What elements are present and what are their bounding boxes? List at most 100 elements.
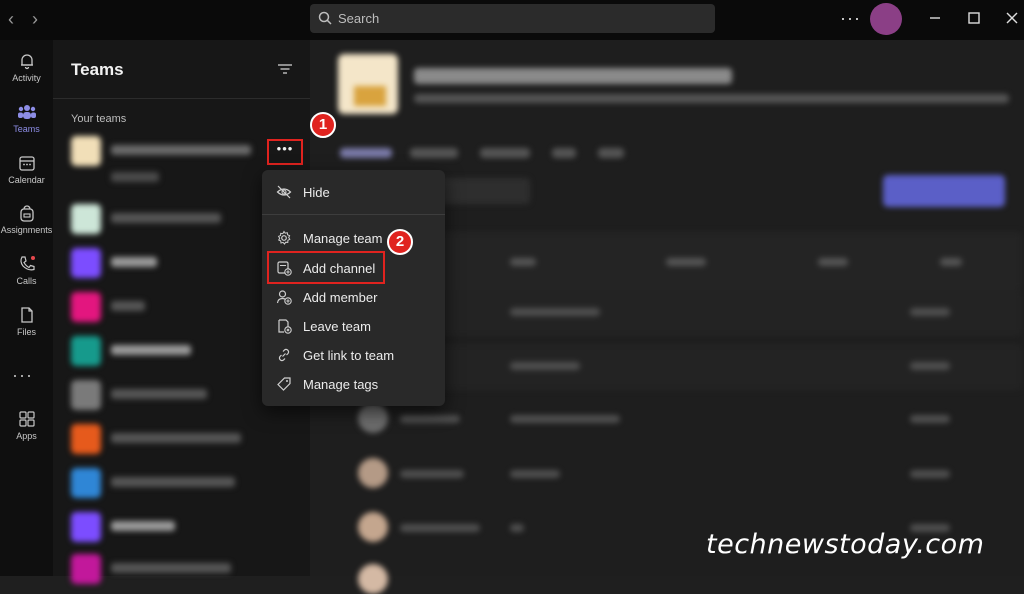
- rail-item-files[interactable]: Files: [0, 306, 53, 337]
- minimize-icon[interactable]: [927, 10, 943, 26]
- panel-title: Teams: [71, 60, 124, 79]
- eye-off-icon: [276, 185, 292, 199]
- more-apps-icon[interactable]: ···: [12, 365, 33, 386]
- search-icon: [318, 11, 332, 25]
- menu-item-label: Manage team: [303, 231, 383, 246]
- tab-blurred[interactable]: [598, 148, 624, 158]
- leave-team-icon: [278, 319, 292, 334]
- column-header-blurred: [510, 258, 536, 266]
- menu-item-label: Manage tags: [303, 377, 379, 392]
- menu-item-add-member[interactable]: Add member: [262, 284, 445, 310]
- team-description-blurred: [414, 94, 1009, 103]
- channel-item[interactable]: [71, 170, 291, 184]
- tab-blurred[interactable]: [480, 148, 530, 158]
- team-name-blurred: [414, 68, 732, 84]
- teams-icon: [17, 105, 36, 119]
- maximize-icon[interactable]: [966, 10, 982, 26]
- search-input[interactable]: Search: [310, 4, 715, 33]
- menu-item-label: Add member: [303, 290, 378, 305]
- calendar-icon: [18, 156, 35, 171]
- add-member-button-blurred[interactable]: [883, 175, 1005, 207]
- backpack-icon: [19, 205, 34, 222]
- close-icon[interactable]: [1004, 10, 1020, 26]
- menu-item-label: Get link to team: [303, 348, 395, 363]
- menu-item-label: Leave team: [303, 319, 371, 334]
- avatar: [358, 512, 388, 542]
- rail-item-calendar[interactable]: Calendar: [0, 154, 53, 185]
- row-text-blurred: [510, 308, 600, 316]
- step-badge-1: 1: [310, 112, 336, 138]
- rail-label-calls: Calls: [16, 276, 37, 286]
- row-text-blurred: [510, 470, 560, 478]
- rail-label-apps: Apps: [16, 431, 37, 441]
- link-icon: [278, 348, 290, 362]
- team-context-menu: Hide Manage team Add channel Add member …: [262, 170, 445, 406]
- row-text-blurred: [400, 524, 480, 532]
- file-icon: [20, 307, 33, 323]
- team-item[interactable]: [71, 136, 291, 166]
- team-item[interactable]: [71, 512, 291, 542]
- rail-item-activity[interactable]: Activity: [0, 52, 53, 83]
- team-item[interactable]: [71, 336, 291, 366]
- menu-item-label: Hide: [303, 185, 330, 200]
- bell-icon: [20, 54, 33, 70]
- forward-arrow-icon[interactable]: ›: [24, 8, 46, 30]
- menu-divider: [262, 214, 445, 215]
- team-item[interactable]: [71, 554, 291, 584]
- rail-item-calls[interactable]: Calls: [0, 255, 53, 286]
- tab-blurred[interactable]: [340, 148, 392, 158]
- add-channel-highlight: [267, 251, 385, 284]
- rail-label-assignments: Assignments: [0, 225, 53, 235]
- avatar: [358, 564, 388, 594]
- column-header-blurred: [818, 258, 848, 266]
- rail-label-activity: Activity: [12, 73, 41, 83]
- menu-item-manage-team[interactable]: Manage team: [262, 225, 445, 251]
- title-bar: ‹ › Search ···: [0, 0, 1024, 40]
- back-arrow-icon[interactable]: ‹: [0, 8, 22, 30]
- team-item[interactable]: [71, 292, 291, 322]
- rail-item-apps[interactable]: Apps: [0, 410, 53, 441]
- avatar: [358, 458, 388, 488]
- menu-item-leave-team[interactable]: Leave team: [262, 313, 445, 339]
- your-teams-heading: Your teams: [71, 113, 127, 125]
- watermark: technewstoday.com: [706, 529, 985, 560]
- add-member-icon: [276, 290, 292, 305]
- team-item[interactable]: [71, 380, 291, 410]
- row-text-blurred: [400, 470, 464, 478]
- row-text-blurred: [910, 362, 950, 370]
- row-text-blurred: [400, 415, 460, 423]
- tab-blurred[interactable]: [410, 148, 458, 158]
- row-text-blurred: [510, 415, 620, 423]
- team-item[interactable]: [71, 468, 291, 498]
- gear-icon: [277, 230, 291, 245]
- tag-icon: [277, 377, 291, 391]
- rail-item-assignments[interactable]: Assignments: [0, 204, 53, 235]
- column-header-blurred: [666, 258, 706, 266]
- tab-blurred[interactable]: [552, 148, 576, 158]
- apps-icon: [18, 411, 35, 427]
- panel-divider: [53, 98, 310, 99]
- search-placeholder: Search: [338, 11, 380, 26]
- menu-item-hide[interactable]: Hide: [262, 179, 445, 205]
- app-rail: Activity Teams Calendar Assignments Call…: [0, 40, 53, 576]
- team-item[interactable]: [71, 204, 291, 234]
- rail-label-teams: Teams: [13, 124, 40, 134]
- rail-item-teams[interactable]: Teams: [0, 103, 53, 134]
- menu-item-manage-tags[interactable]: Manage tags: [262, 371, 445, 397]
- rail-label-files: Files: [16, 327, 36, 337]
- avatar: [358, 403, 388, 433]
- team-item[interactable]: [71, 424, 291, 454]
- more-options-icon[interactable]: ···: [840, 8, 861, 29]
- team-more-options-button[interactable]: •••: [267, 139, 303, 165]
- row-text-blurred: [510, 524, 524, 532]
- step-badge-2: 2: [387, 229, 413, 255]
- row-text-blurred: [910, 415, 950, 423]
- menu-item-get-link[interactable]: Get link to team: [262, 342, 445, 368]
- team-picture-detail: [354, 86, 386, 106]
- avatar[interactable]: [870, 3, 902, 35]
- row-text-blurred: [910, 470, 950, 478]
- row-text-blurred: [910, 308, 950, 316]
- team-item[interactable]: [71, 248, 291, 278]
- filter-icon[interactable]: [277, 62, 293, 76]
- rail-label-calendar: Calendar: [8, 175, 45, 185]
